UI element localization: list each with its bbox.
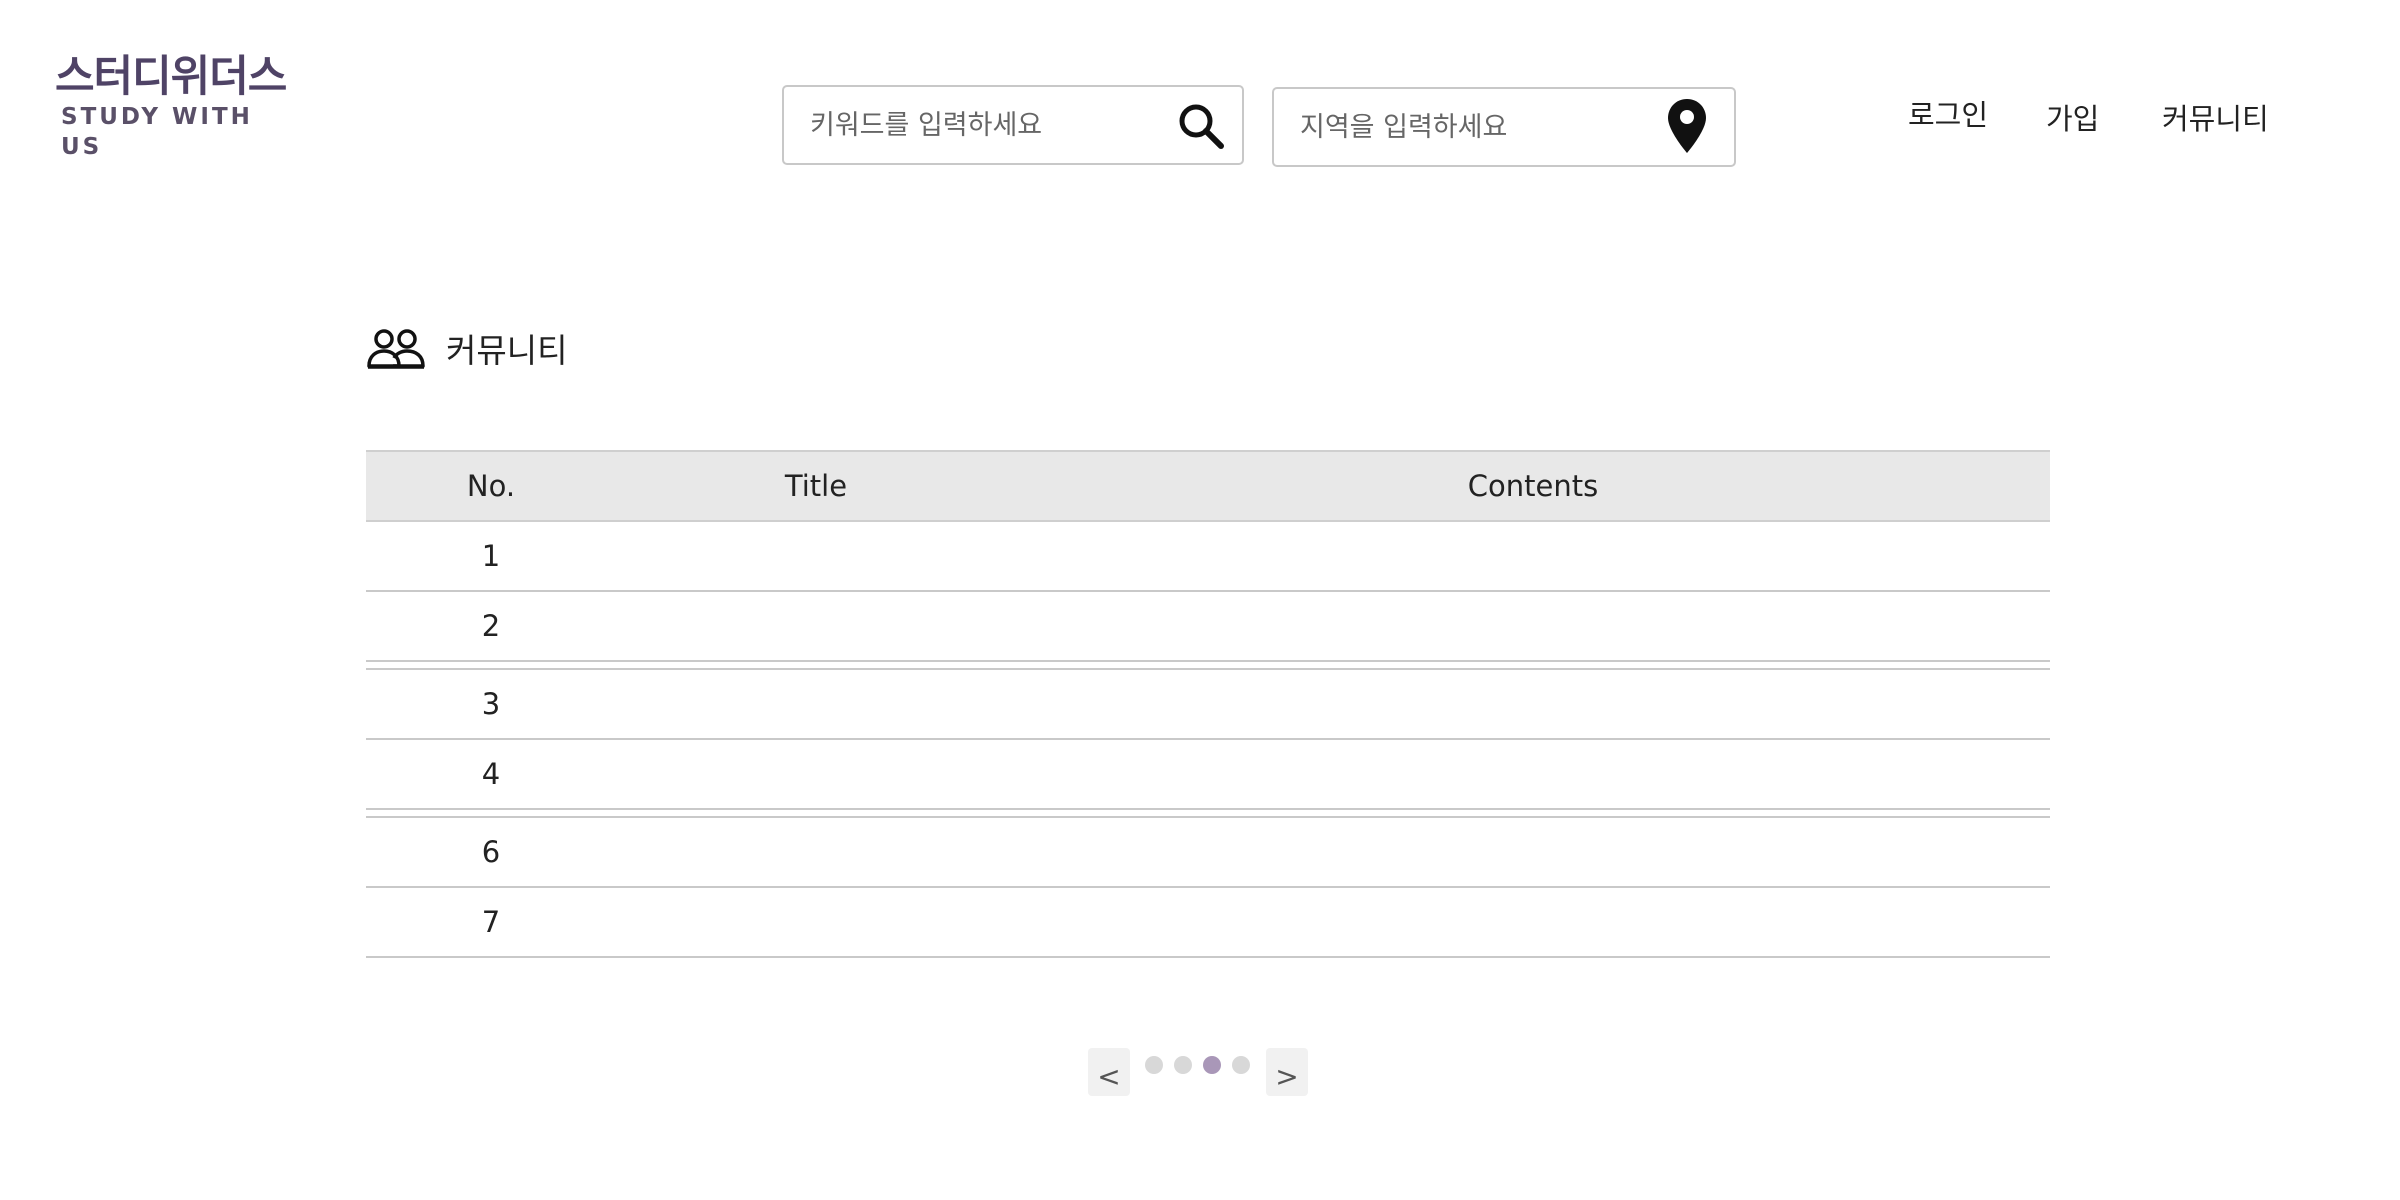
row-contents — [1016, 522, 2050, 590]
row-no: 7 — [481, 905, 501, 939]
row-divider — [366, 810, 2050, 818]
table-row[interactable]: 4 — [366, 740, 2050, 810]
column-header-title: Title — [784, 469, 848, 503]
keyword-search-box — [782, 85, 1244, 165]
row-contents — [1016, 818, 2050, 886]
nav-community-link[interactable]: 커뮤니티 — [2162, 96, 2269, 138]
logo-korean-text: 스터디위더스 — [55, 52, 287, 102]
keyword-search-input[interactable] — [810, 87, 1180, 163]
people-icon — [366, 328, 426, 370]
table-header-row: No. Title Contents — [366, 450, 2050, 522]
row-title[interactable] — [616, 740, 1016, 808]
pagination: < > — [1088, 1048, 1308, 1098]
row-no: 2 — [481, 609, 501, 643]
nav-login-link[interactable]: 로그인 — [1908, 92, 1988, 134]
table-row[interactable]: 6 — [366, 818, 2050, 888]
row-contents — [1016, 740, 2050, 808]
page-dot-4[interactable] — [1232, 1056, 1250, 1074]
row-title[interactable] — [616, 592, 1016, 660]
row-no: 6 — [481, 835, 501, 869]
table-row[interactable]: 2 — [366, 592, 2050, 662]
section-title: 커뮤니티 — [446, 331, 568, 370]
nav-signup-link[interactable]: 가입 — [2046, 96, 2099, 138]
row-no: 1 — [481, 539, 501, 573]
column-header-contents: Contents — [1467, 469, 1599, 503]
search-icon[interactable] — [1176, 101, 1226, 151]
next-page-button[interactable]: > — [1266, 1048, 1308, 1096]
location-pin-icon[interactable] — [1666, 97, 1708, 155]
logo-english-text: STUDY WITH US — [61, 104, 253, 160]
row-title[interactable] — [616, 522, 1016, 590]
table-row[interactable]: 3 — [366, 670, 2050, 740]
page-dot-2[interactable] — [1174, 1056, 1192, 1074]
page-dot-1[interactable] — [1145, 1056, 1163, 1074]
row-title[interactable] — [616, 818, 1016, 886]
row-title[interactable] — [616, 670, 1016, 738]
row-divider — [366, 662, 2050, 670]
row-contents — [1016, 592, 2050, 660]
table-row[interactable]: 1 — [366, 522, 2050, 592]
row-contents — [1016, 670, 2050, 738]
row-no: 3 — [481, 687, 501, 721]
row-title[interactable] — [616, 888, 1016, 956]
prev-page-button[interactable]: < — [1088, 1048, 1130, 1096]
logo[interactable]: 스터디위더스 STUDY WITH US — [55, 52, 295, 160]
community-board-table: No. Title Contents 1 2 3 4 6 7 — [366, 450, 2050, 958]
page-dot-3-active[interactable] — [1203, 1056, 1221, 1074]
row-no: 4 — [481, 757, 501, 791]
row-contents — [1016, 888, 2050, 956]
region-search-box — [1272, 87, 1736, 167]
column-header-no: No. — [466, 469, 516, 503]
region-search-input[interactable] — [1300, 89, 1670, 165]
table-row[interactable]: 7 — [366, 888, 2050, 958]
